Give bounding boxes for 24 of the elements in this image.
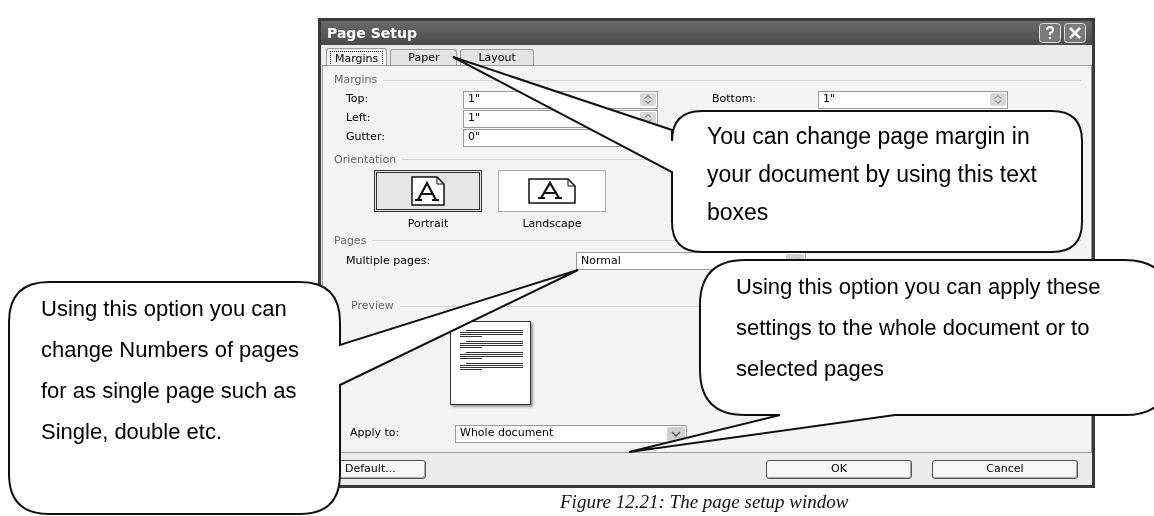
- group-heading: Orientation: [334, 151, 397, 168]
- callout-text: Using this option you can apply these settings to the whole document or to selected pages: [736, 273, 1102, 383]
- tab[interactable]: Margins: [326, 48, 388, 66]
- group-heading: Margins: [334, 72, 378, 88]
- option-label: Landscape: [522, 216, 582, 232]
- group-heading: Preview: [351, 298, 394, 314]
- callout-text: You can change page margin in your document by using this text boxes: [707, 122, 1038, 227]
- button[interactable]: Cancel: [932, 460, 1078, 479]
- callout-text: Using this option you can change Numbers of pages for as single page such as Single, double etc.: [41, 295, 301, 446]
- field-label: Left:: [346, 110, 372, 127]
- field-label: Gutter:: [346, 129, 386, 146]
- field-label: Bottom:: [712, 91, 758, 108]
- group-heading: Pages: [334, 232, 367, 249]
- tab[interactable]: Layout: [460, 49, 534, 65]
- field-label: Apply to:: [350, 425, 401, 442]
- window-title: Page Setup: [327, 23, 417, 43]
- dropdown[interactable]: Whole document: [455, 424, 687, 443]
- number-field[interactable]: 1": [818, 90, 1008, 109]
- button[interactable]: OK: [766, 460, 912, 479]
- field-label: Top:: [346, 91, 370, 108]
- tab[interactable]: Paper: [390, 49, 458, 65]
- option-label: Portrait: [407, 216, 449, 232]
- figure-caption: Figure 12.21: The page setup window: [560, 491, 849, 513]
- field-label: Multiple pages:: [346, 252, 432, 269]
